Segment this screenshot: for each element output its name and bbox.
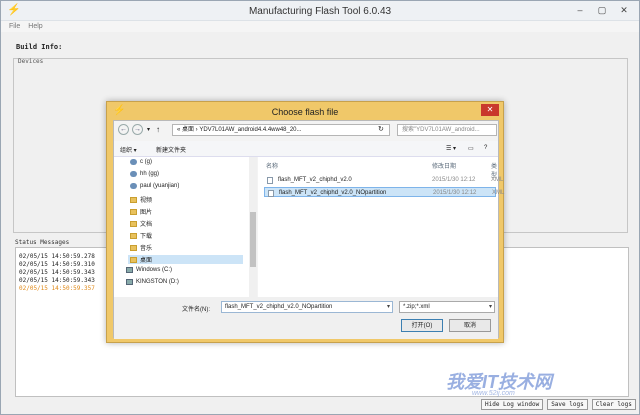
- folder-icon: [130, 244, 137, 251]
- dialog-title: Choose flash file: [271, 107, 339, 117]
- folder-icon: [130, 208, 137, 215]
- drive-icon: [126, 279, 133, 285]
- tree-item[interactable]: KINGSTON (D:): [126, 279, 179, 285]
- minimize-button[interactable]: –: [569, 3, 591, 17]
- watermark-url: www.52ij.com: [472, 390, 515, 397]
- log-buttons: Hide Log window Save logs Clear logs: [481, 399, 636, 410]
- help-icon[interactable]: ?: [484, 145, 487, 151]
- menu-file[interactable]: File: [9, 21, 20, 32]
- tree-item-selected[interactable]: 桌面: [128, 255, 243, 264]
- tree-item[interactable]: 文档: [130, 219, 152, 228]
- file-type: XML: [492, 190, 505, 196]
- filename-label: 文件名(N):: [182, 307, 210, 313]
- column-name[interactable]: 名称: [266, 161, 278, 170]
- organize-menu[interactable]: 组织 ▾: [120, 145, 137, 154]
- maximize-button[interactable]: ▢: [591, 3, 613, 17]
- dialog-footer: 文件名(N): flash_MFT_v2_chiphd_v2.0_NOparti…: [114, 297, 498, 339]
- filename-input[interactable]: flash_MFT_v2_chiphd_v2.0_NOpartition ▾: [221, 301, 393, 313]
- scrollbar-thumb[interactable]: [250, 212, 256, 267]
- log-line: 02/05/15 14:50:59.343: [19, 269, 95, 276]
- window-title: Manufacturing Flash Tool 6.0.43: [248, 6, 392, 17]
- tree-item[interactable]: 音乐: [130, 243, 152, 252]
- tree-item[interactable]: 视频: [130, 195, 152, 204]
- file-type: XML: [491, 177, 504, 183]
- chevron-down-icon[interactable]: ▾: [147, 126, 150, 133]
- file-row[interactable]: flash_MFT_v2_chiphd_v2.0 2015/1/30 12:12…: [264, 175, 503, 185]
- forward-icon[interactable]: →: [132, 124, 143, 135]
- choose-file-dialog: ⚡ Choose flash file ✕ ← → ▾ ↑ « 桌面 › YDV…: [106, 101, 504, 343]
- folder-icon: [130, 256, 137, 263]
- view-icon[interactable]: ☰ ▾: [446, 145, 456, 152]
- file-name: flash_MFT_v2_chiphd_v2.0_NOpartition: [279, 190, 387, 196]
- up-icon[interactable]: ↑: [156, 125, 160, 134]
- menu-help[interactable]: Help: [28, 21, 42, 32]
- user-icon: [130, 183, 137, 189]
- build-info-label: Build Info:: [16, 43, 63, 51]
- close-button[interactable]: ✕: [613, 3, 635, 17]
- dialog-toolbar: 组织 ▾ 新建文件夹 ☰ ▾ ▭ ?: [114, 141, 498, 157]
- dialog-close-button[interactable]: ✕: [481, 104, 499, 116]
- new-folder-button[interactable]: 新建文件夹: [156, 145, 186, 154]
- file-name: flash_MFT_v2_chiphd_v2.0: [278, 177, 352, 183]
- log-line: 02/05/15 14:50:59.310: [19, 261, 95, 268]
- tree-item[interactable]: Windows (C:): [126, 267, 172, 273]
- preview-pane-icon[interactable]: ▭: [468, 145, 474, 152]
- tree-item[interactable]: 下载: [130, 231, 152, 240]
- log-line: 02/05/15 14:50:59.278: [19, 253, 95, 260]
- user-icon: [130, 171, 137, 177]
- open-button[interactable]: 打开(O): [401, 319, 443, 332]
- cancel-button[interactable]: 取消: [449, 319, 491, 332]
- refresh-icon[interactable]: ↻: [378, 125, 384, 133]
- address-bar[interactable]: « 桌面 › YDV7L01AW_android4.4.4ww48_20...: [172, 124, 390, 136]
- drive-icon: [126, 267, 133, 273]
- file-list: 名称 修改日期 类型 flash_MFT_v2_chiphd_v2.0 2015…: [258, 157, 504, 297]
- chevron-down-icon[interactable]: ▾: [489, 302, 492, 313]
- devices-label: Devices: [18, 58, 44, 65]
- file-date: 2015/1/30 12:12: [432, 177, 476, 183]
- xml-file-icon: [268, 190, 274, 197]
- tree-item[interactable]: c (g): [130, 159, 152, 165]
- file-type-select[interactable]: *.zip;*.xml ▾: [399, 301, 495, 313]
- save-logs-button[interactable]: Save logs: [547, 399, 588, 410]
- column-date[interactable]: 修改日期: [432, 161, 456, 170]
- chevron-down-icon[interactable]: ▾: [387, 302, 390, 313]
- log-line: 02/05/15 14:50:59.343: [19, 277, 95, 284]
- tree-item[interactable]: hh (gg): [130, 171, 159, 177]
- clear-logs-button[interactable]: Clear logs: [591, 399, 636, 410]
- tree-item[interactable]: paul (yuanjian): [130, 183, 179, 189]
- file-date: 2015/1/30 12:12: [433, 190, 477, 196]
- tree-item[interactable]: 图片: [130, 207, 152, 216]
- nav-bar: ← → ▾ ↑ « 桌面 › YDV7L01AW_android4.4.4ww4…: [114, 121, 498, 139]
- hide-log-button[interactable]: Hide Log window: [481, 399, 544, 410]
- navigation-pane: c (g) hh (gg) paul (yuanjian) 视频 图片 文档 下…: [114, 157, 257, 297]
- title-bar: ⚡ Manufacturing Flash Tool 6.0.43 – ▢ ✕: [1, 1, 639, 21]
- file-row-selected[interactable]: flash_MFT_v2_chiphd_v2.0_NOpartition 201…: [264, 187, 504, 197]
- folder-icon: [130, 220, 137, 227]
- dialog-body: ← → ▾ ↑ « 桌面 › YDV7L01AW_android4.4.4ww4…: [113, 120, 504, 339]
- window-controls: – ▢ ✕: [569, 3, 635, 17]
- user-icon: [130, 159, 137, 165]
- log-line: 02/05/15 14:50:59.357: [19, 285, 95, 292]
- menu-bar: File Help: [1, 21, 639, 32]
- back-icon[interactable]: ←: [118, 124, 129, 135]
- xml-file-icon: [267, 177, 273, 184]
- folder-icon: [130, 196, 137, 203]
- folder-icon: [130, 232, 137, 239]
- search-input[interactable]: 搜索"YDV7L01AW_android...: [397, 124, 497, 136]
- status-messages-label: Status Messages: [15, 239, 70, 246]
